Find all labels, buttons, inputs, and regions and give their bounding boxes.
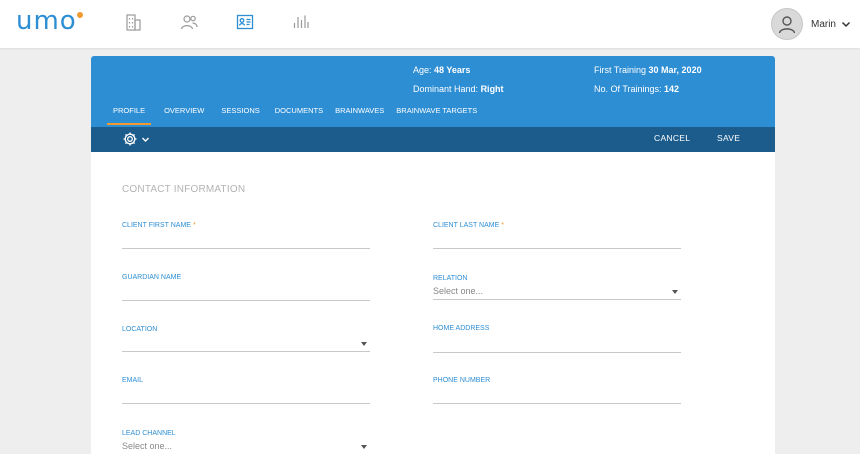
client-trainings-count: No. Of Trainings: 142 [594,84,680,94]
last-name-label: CLIENT LAST NAME * [433,222,504,229]
user-name: Marin [810,18,836,30]
cancel-button[interactable]: CANCEL [654,133,690,143]
email-field[interactable] [122,389,370,403]
client-profile-panel: Age: 48 Years Dominant Hand: Right First… [91,56,775,454]
form-toolbar: CANCEL SAVE [91,127,775,152]
home-address-underline [433,352,681,353]
relation-label: RELATION [433,275,468,282]
location-dropdown-icon[interactable] [361,342,367,346]
tab-brainwave-targets[interactable]: BRAINWAVE TARGETS [396,105,477,127]
gear-icon[interactable] [122,131,138,147]
last-name-underline [433,248,681,249]
location-underline [122,351,370,352]
logo-dot [76,12,83,18]
relation-dropdown-icon[interactable] [672,290,678,294]
lead-channel-label: LEAD CHANNEL [122,430,176,437]
logo-text: umo [16,6,77,36]
umo-logo[interactable]: umo [16,6,83,36]
phone-number-field[interactable] [433,389,681,403]
email-underline [122,403,370,404]
relation-select[interactable]: Select one... [433,286,483,296]
tab-overview[interactable]: OVERVIEW [164,105,204,127]
guardian-name-label: GUARDIAN NAME [122,274,182,281]
client-card-icon[interactable] [235,12,255,32]
lead-channel-dropdown-icon[interactable] [361,445,367,449]
client-age: Age: 48 Years [413,65,471,75]
location-label: LOCATION [122,326,158,333]
client-dominant-hand: Dominant Hand: Right [413,84,504,94]
lead-channel-select[interactable]: Select one... [122,441,172,451]
home-address-label: HOME ADDRESS [433,325,490,332]
guardian-name-field[interactable] [122,286,370,300]
last-name-field[interactable] [433,234,681,248]
analytics-icon[interactable] [291,12,311,32]
first-name-field[interactable] [122,234,370,248]
chevron-down-icon[interactable] [840,18,852,30]
save-button[interactable]: SAVE [717,133,740,143]
section-title: CONTACT INFORMATION [122,184,246,195]
client-header: Age: 48 Years Dominant Hand: Right First… [91,56,775,127]
user-menu[interactable]: Marin [770,0,860,48]
tab-brainwaves[interactable]: BRAINWAVES [335,105,384,127]
client-first-training: First Training 30 Mar, 2020 [594,65,702,75]
email-label: EMAIL [122,377,144,384]
relation-underline [433,299,681,300]
first-name-underline [122,248,370,249]
guardian-name-underline [122,300,370,301]
top-navigation-bar: umo Marin [0,0,860,48]
avatar[interactable] [770,8,803,40]
phone-number-label: PHONE NUMBER [433,377,491,384]
tab-documents[interactable]: DOCUMENTS [275,105,323,127]
users-icon[interactable] [179,12,199,32]
first-name-label: CLIENT FIRST NAME * [122,222,196,229]
chevron-down-icon[interactable] [141,135,150,144]
user-icon [778,16,796,34]
tab-profile[interactable]: PROFILE [106,105,152,127]
client-tabs: PROFILE OVERVIEW SESSIONS DOCUMENTS BRAI… [106,105,477,127]
phone-number-underline [433,403,681,404]
tab-sessions[interactable]: SESSIONS [221,105,259,127]
home-address-field[interactable] [433,338,681,352]
building-icon[interactable] [123,12,143,32]
location-select[interactable] [122,337,370,351]
